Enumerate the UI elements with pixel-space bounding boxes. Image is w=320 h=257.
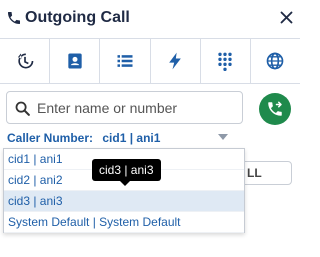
panel-header: Outgoing Call xyxy=(0,0,300,36)
search-input[interactable] xyxy=(37,98,237,118)
tab-quick-actions[interactable] xyxy=(149,39,200,83)
globe-icon xyxy=(267,52,284,70)
history-icon xyxy=(17,53,33,69)
call-button[interactable] xyxy=(259,93,291,125)
phone-forward-icon xyxy=(268,101,282,116)
phone-icon xyxy=(8,12,20,24)
dropdown-option-highlighted[interactable]: cid3 | ani3 xyxy=(4,191,244,212)
tooltip: cid3 | ani3 xyxy=(92,159,161,186)
page-title: Outgoing Call xyxy=(25,9,130,26)
tab-contacts[interactable] xyxy=(49,39,99,83)
tab-list[interactable] xyxy=(99,39,149,83)
list-icon xyxy=(117,55,133,67)
chevron-down-icon[interactable] xyxy=(218,134,228,140)
tab-bar xyxy=(0,38,300,84)
dropdown-option[interactable]: System Default | System Default xyxy=(4,212,244,233)
caller-number-label: Caller Number: xyxy=(7,131,94,145)
close-icon[interactable] xyxy=(279,10,294,25)
search-icon xyxy=(15,101,30,116)
caller-number-row: Caller Number: cid1 | ani1 xyxy=(7,131,160,145)
search-field xyxy=(6,91,243,124)
caller-number-value[interactable]: cid1 | ani1 xyxy=(102,131,160,145)
tab-history[interactable] xyxy=(0,39,49,83)
tab-international[interactable] xyxy=(249,39,300,83)
lightning-icon xyxy=(169,52,181,70)
contacts-icon xyxy=(68,53,82,69)
dialpad-icon xyxy=(218,52,232,71)
tab-dialpad[interactable] xyxy=(199,39,250,83)
